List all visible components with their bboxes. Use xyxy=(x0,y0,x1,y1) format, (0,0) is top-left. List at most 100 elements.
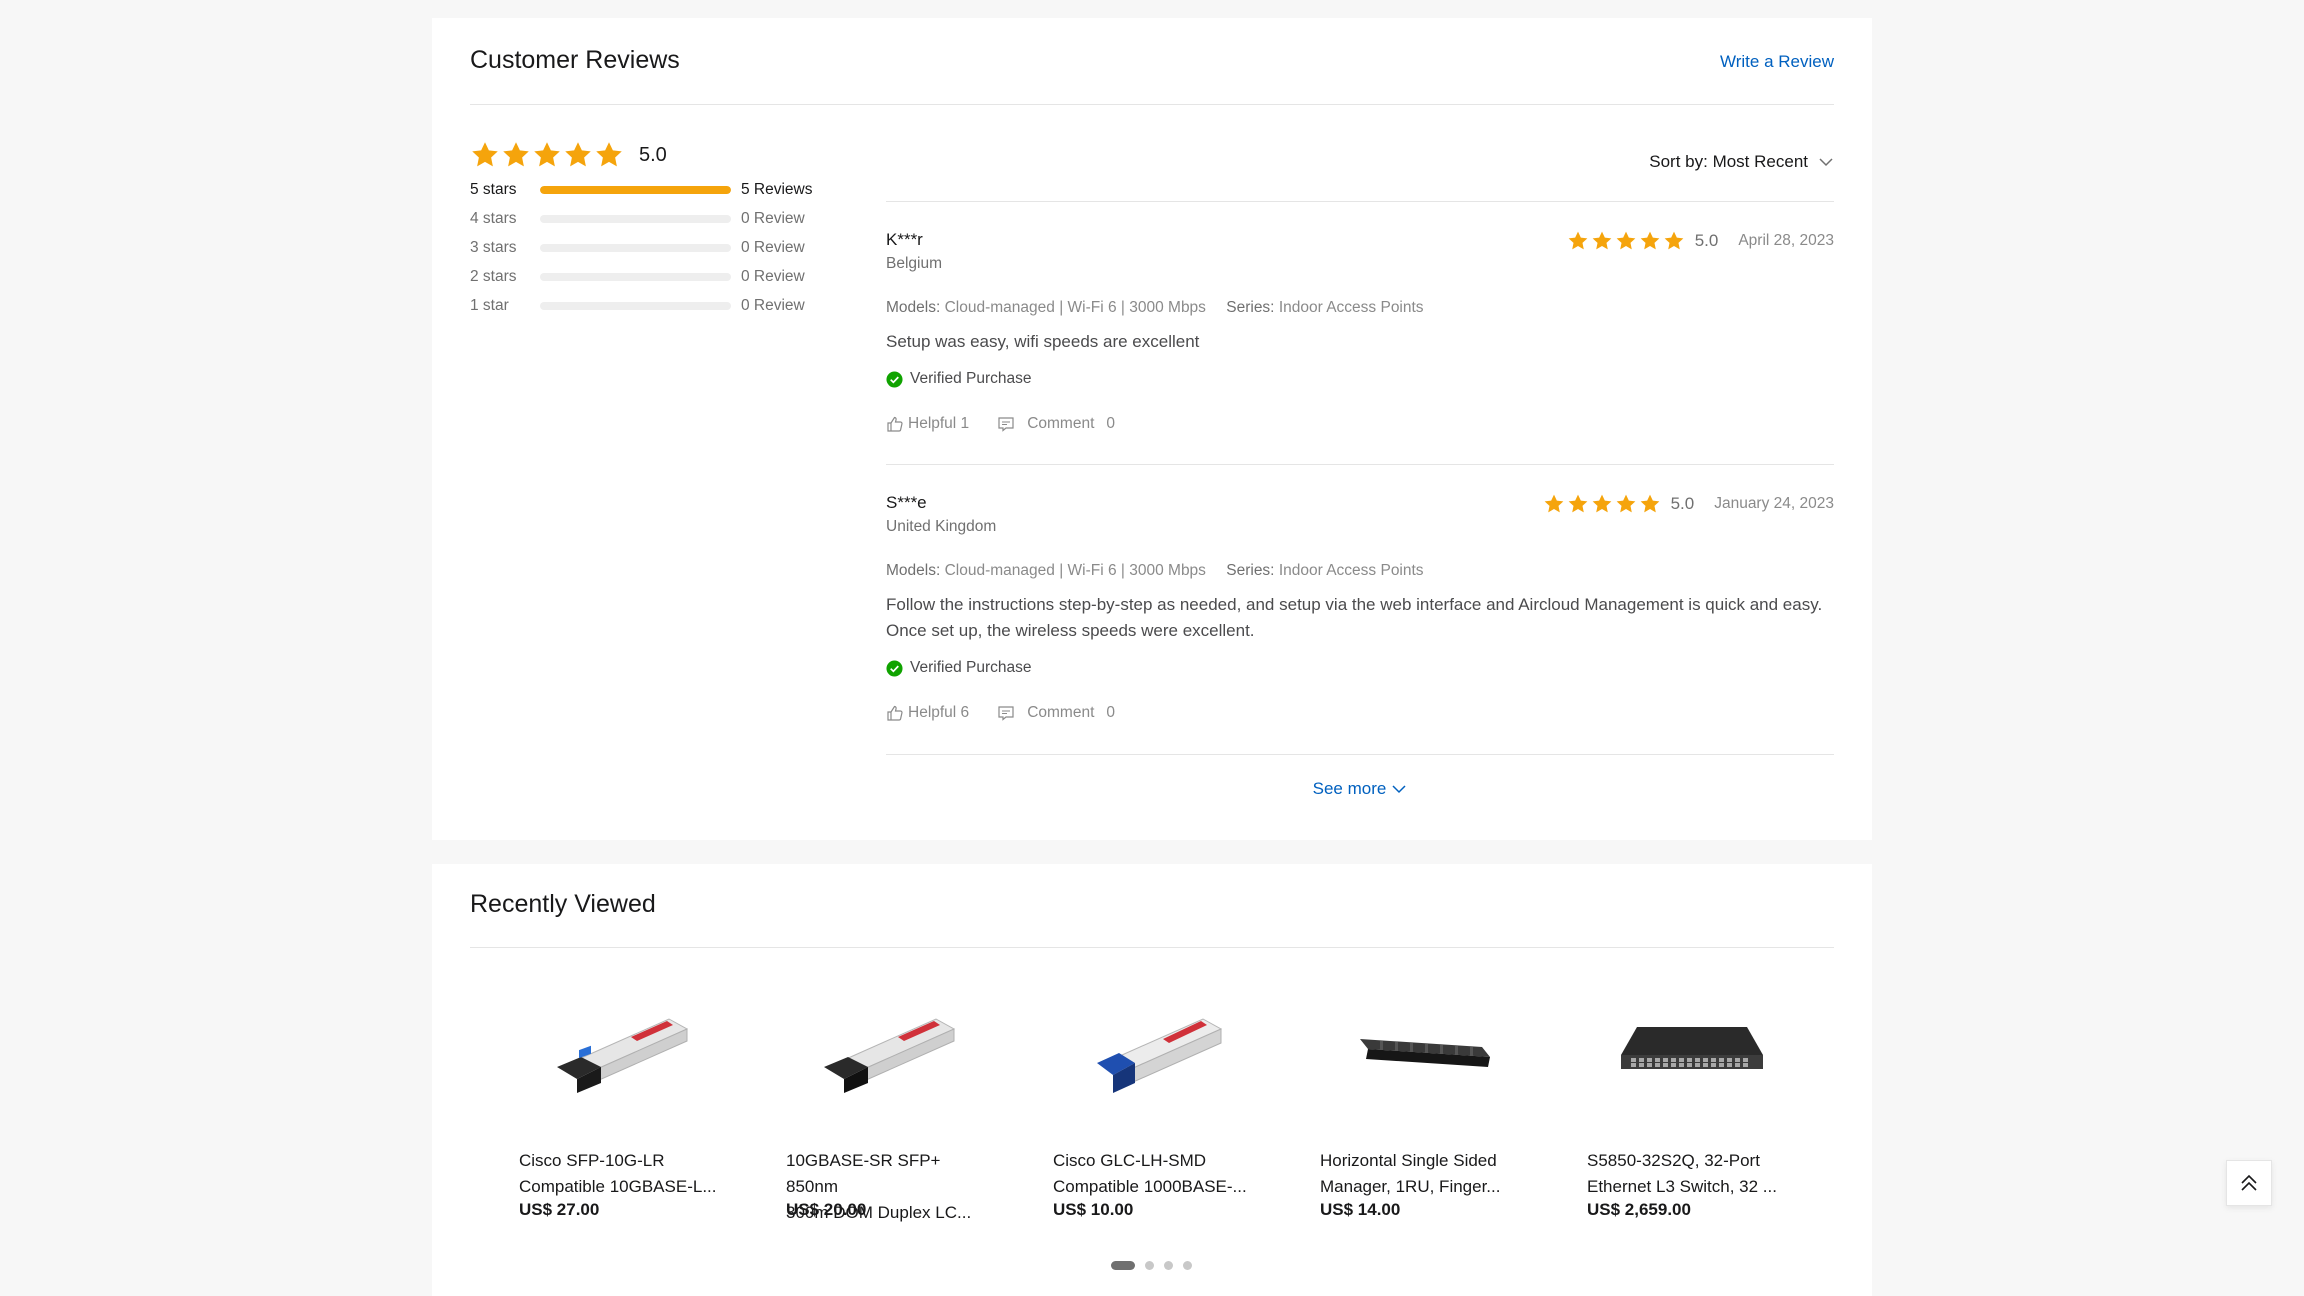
verified-purchase: Verified Purchase xyxy=(886,659,1032,677)
product-name-line: Compatible 10GBASE-L... xyxy=(519,1177,717,1196)
rating-count: 0 Review xyxy=(741,239,805,256)
comment-button[interactable]: Comment 0 xyxy=(997,704,1115,722)
carousel-dot[interactable] xyxy=(1111,1261,1135,1270)
product-name-line: Cisco SFP-10G-LR xyxy=(519,1151,665,1170)
rating-label: 4 stars xyxy=(470,210,517,227)
verified-purchase: Verified Purchase xyxy=(886,370,1032,388)
see-more-label: See more xyxy=(1312,779,1387,798)
star-icon xyxy=(1543,493,1565,515)
product-name-line: Manager, 1RU, Finger... xyxy=(1320,1177,1501,1196)
review-stars xyxy=(1567,230,1687,252)
thumbs-up-icon xyxy=(887,416,903,432)
review-meta: Models: Cloud-managed | Wi-Fi 6 | 3000 M… xyxy=(886,299,1424,317)
review-item: K***r Belgium 5.0 April 28, 2023 Models:… xyxy=(886,230,1834,470)
average-score: 5.0 xyxy=(639,143,667,166)
product-name: Cisco SFP-10G-LR Compatible 10GBASE-L... xyxy=(519,1148,729,1200)
star-icon xyxy=(470,140,500,170)
models-label: Models: xyxy=(886,299,941,316)
comment-icon xyxy=(998,706,1014,721)
sfp-module-blue-image xyxy=(1097,1018,1223,1093)
see-more-button[interactable]: See more xyxy=(432,779,1872,799)
product-name-line: Ethernet L3 Switch, 32 ... xyxy=(1587,1177,1777,1196)
comment-button[interactable]: Comment 0 xyxy=(997,415,1115,433)
review-stars xyxy=(1543,493,1663,515)
helpful-label: Helpful 6 xyxy=(908,704,970,721)
star-icon xyxy=(1591,493,1613,515)
star-icon xyxy=(1567,230,1589,252)
carousel-dot[interactable] xyxy=(1183,1261,1192,1270)
helpful-button[interactable]: Helpful 1 xyxy=(886,415,969,433)
product-name-line: 10GBASE-SR SFP+ 850nm xyxy=(786,1151,941,1196)
review-score: 5.0 xyxy=(1694,231,1719,250)
divider xyxy=(886,754,1834,755)
review-rating: 5.0 January 24, 2023 xyxy=(1543,493,1834,515)
recently-viewed-title: Recently Viewed xyxy=(470,890,656,918)
rating-filter-3[interactable]: 3 stars 0 Review xyxy=(470,238,805,258)
product-image xyxy=(519,982,729,1112)
comment-label: Comment xyxy=(1027,415,1095,432)
back-to-top-button[interactable] xyxy=(2226,1160,2272,1206)
review-actions: Helpful 6 Comment 0 xyxy=(886,704,1115,722)
helpful-button[interactable]: Helpful 6 xyxy=(886,704,969,722)
product-price: US$ 14.00 xyxy=(1320,1200,1401,1219)
star-icon xyxy=(1639,493,1661,515)
review-text: Follow the instructions step-by-step as … xyxy=(886,595,1823,640)
star-icon xyxy=(501,140,531,170)
review-rating: 5.0 April 28, 2023 xyxy=(1567,230,1834,252)
divider xyxy=(886,201,1834,202)
sort-dropdown[interactable]: Sort by: Most Recent xyxy=(1649,152,1834,172)
verified-label: Verified Purchase xyxy=(910,659,1032,676)
double-chevron-up-icon xyxy=(2241,1174,2257,1191)
rating-label: 3 stars xyxy=(470,239,517,256)
product-card[interactable]: Cisco GLC-LH-SMD Compatible 1000BASE-...… xyxy=(1053,982,1263,1219)
carousel-dot[interactable] xyxy=(1145,1261,1154,1270)
product-name-line: Compatible 1000BASE-... xyxy=(1053,1177,1247,1196)
review-meta: Models: Cloud-managed | Wi-Fi 6 | 3000 M… xyxy=(886,562,1424,580)
review-actions: Helpful 1 Comment 0 xyxy=(886,415,1115,433)
customer-reviews-section: Customer Reviews Write a Review 5.0 5 st… xyxy=(432,18,1872,840)
product-card[interactable]: S5850-32S2Q, 32-Port Ethernet L3 Switch,… xyxy=(1587,982,1797,1219)
carousel-dot[interactable] xyxy=(1164,1261,1173,1270)
rating-filter-4[interactable]: 4 stars 0 Review xyxy=(470,209,805,229)
average-rating: 5.0 xyxy=(470,140,667,170)
product-image xyxy=(1587,982,1797,1112)
chevron-down-icon xyxy=(1819,158,1833,167)
rating-count: 5 Reviews xyxy=(741,181,813,198)
divider xyxy=(886,464,1834,465)
rating-filter-2[interactable]: 2 stars 0 Review xyxy=(470,267,805,287)
rating-count: 0 Review xyxy=(741,210,805,227)
recently-viewed-section: Recently Viewed Cisco SFP-10G-LR Compati… xyxy=(432,864,1872,1296)
rating-bar xyxy=(540,302,731,310)
product-card[interactable]: Horizontal Single Sided Manager, 1RU, Fi… xyxy=(1320,982,1530,1219)
star-icon xyxy=(1615,493,1637,515)
series-value: Indoor Access Points xyxy=(1278,299,1424,316)
product-name-line: S5850-32S2Q, 32-Port xyxy=(1587,1151,1760,1170)
product-image xyxy=(786,982,996,1112)
reviewer-country: United Kingdom xyxy=(886,518,997,535)
product-image xyxy=(1320,982,1530,1112)
reviewer-name: K***r xyxy=(886,230,923,249)
product-card[interactable]: Cisco SFP-10G-LR Compatible 10GBASE-L...… xyxy=(519,982,729,1219)
product-name-line: Cisco GLC-LH-SMD xyxy=(1053,1151,1207,1170)
review-date: January 24, 2023 xyxy=(1714,495,1834,512)
check-circle-icon xyxy=(886,659,903,677)
star-icon xyxy=(1639,230,1661,252)
rating-label: 5 stars xyxy=(470,181,517,198)
sort-label: Sort by: Most Recent xyxy=(1649,152,1808,171)
product-price: US$ 10.00 xyxy=(1053,1200,1134,1219)
product-name: Horizontal Single Sided Manager, 1RU, Fi… xyxy=(1320,1148,1530,1200)
rating-filter-1[interactable]: 1 star 0 Review xyxy=(470,296,805,316)
product-price: US$ 20.00 xyxy=(786,1200,867,1219)
divider xyxy=(470,104,1834,105)
chevron-down-icon xyxy=(1392,785,1406,794)
product-price: US$ 27.00 xyxy=(519,1200,600,1219)
star-icon xyxy=(532,140,562,170)
check-circle-icon xyxy=(886,370,903,388)
rating-bar xyxy=(540,186,731,194)
comment-icon xyxy=(998,417,1014,432)
product-card[interactable]: 10GBASE-SR SFP+ 850nm 300m DOM Duplex LC… xyxy=(786,982,996,1222)
rating-filter-5[interactable]: 5 stars 5 Reviews xyxy=(470,180,813,200)
write-review-link[interactable]: Write a Review xyxy=(1720,52,1834,72)
review-date: April 28, 2023 xyxy=(1738,232,1834,249)
reviewer-country: Belgium xyxy=(886,255,942,272)
